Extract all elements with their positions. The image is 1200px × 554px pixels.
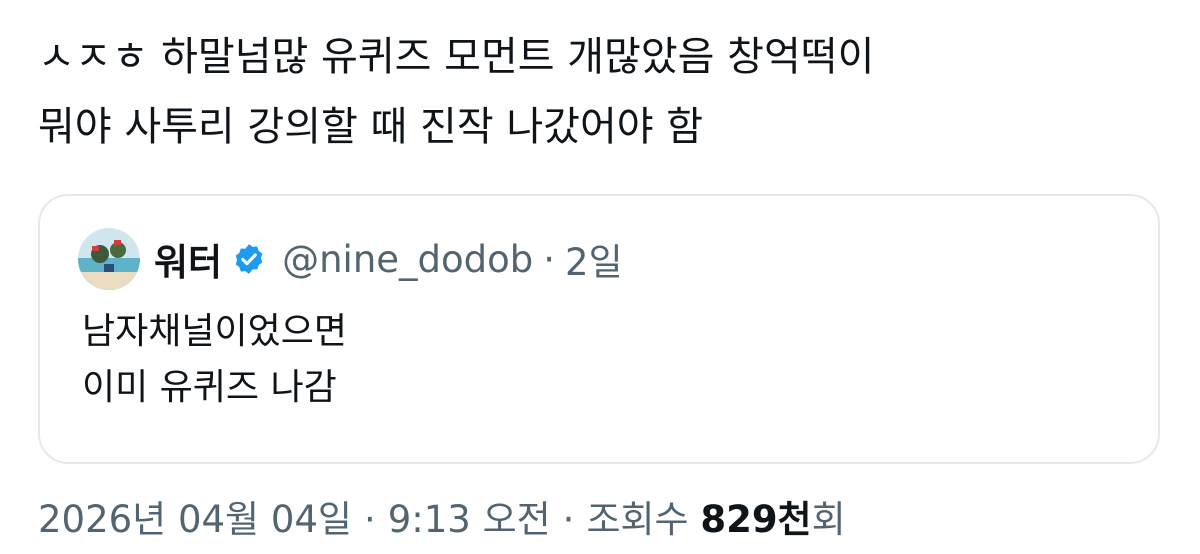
quoted-tweet-body: 남자채널이었으면 이미 유퀴즈 나감 bbox=[82, 304, 347, 416]
avatar[interactable] bbox=[78, 228, 140, 290]
views-label: 조회수 bbox=[586, 498, 689, 541]
handle[interactable]: @nine_dodob bbox=[282, 238, 533, 281]
display-name[interactable]: 워터 bbox=[154, 232, 222, 286]
quoted-tweet-card[interactable]: 워터 @nine_dodob · 2일 남자채널이었으면 이미 유퀴즈 나감 bbox=[38, 194, 1160, 464]
verified-badge-icon bbox=[232, 242, 266, 276]
separator-dot: · bbox=[543, 237, 556, 281]
tweet-text-line-2: 뭐야 사투리 강의할 때 진작 나갔어야 함 bbox=[38, 104, 704, 150]
quoted-tweet-header: 워터 @nine_dodob · 2일 bbox=[78, 228, 623, 290]
meta-separator-dot: · bbox=[562, 498, 575, 541]
tweet-text: ㅅㅈㅎ 하말넘많 유퀴즈 모먼트 개많았음 창억떡이 뭐야 사투리 강의할 때 … bbox=[38, 22, 1168, 162]
quoted-tweet-line-2: 이미 유퀴즈 나감 bbox=[82, 367, 337, 408]
views-count: 829천 bbox=[700, 498, 812, 541]
tweet-meta: 2026년 04월 04일 · 9:13 오전 · 조회수 829천회 bbox=[38, 492, 846, 548]
post-date[interactable]: 2026년 04월 04일 bbox=[38, 498, 352, 541]
tweet-text-line-1: ㅅㅈㅎ 하말넘많 유퀴즈 모먼트 개많았음 창억떡이 bbox=[38, 34, 875, 80]
quoted-tweet-line-1: 남자채널이었으면 bbox=[82, 311, 347, 352]
relative-time[interactable]: 2일 bbox=[565, 232, 623, 286]
views-suffix: 회 bbox=[811, 498, 846, 541]
meta-separator-dot: · bbox=[363, 498, 376, 541]
post-time[interactable]: 9:13 오전 bbox=[388, 498, 551, 541]
